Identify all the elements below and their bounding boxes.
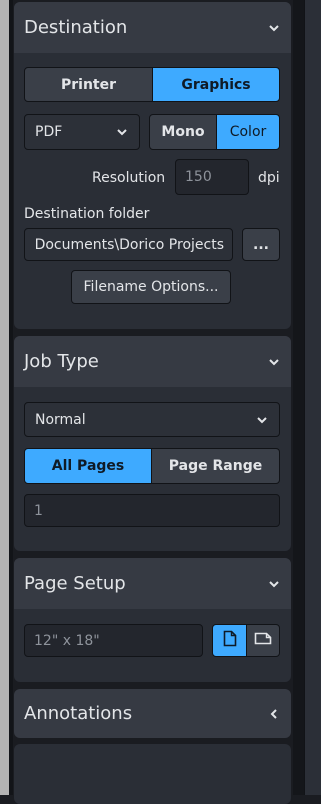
destination-folder-input[interactable]: Documents\Dorico Projects	[24, 228, 233, 261]
browse-button[interactable]: ...	[242, 228, 280, 261]
job-type-select[interactable]: Normal	[24, 402, 280, 437]
job-type-panel: Job Type Normal All Pages Page Range 1	[14, 336, 291, 551]
portrait-page-icon	[223, 630, 237, 651]
format-select[interactable]: PDF	[24, 114, 140, 150]
page-size-input[interactable]: 12" x 18"	[24, 624, 203, 657]
job-type-title: Job Type	[24, 351, 99, 372]
resolution-label: Resolution	[92, 170, 166, 186]
destination-title: Destination	[24, 17, 128, 38]
landscape-page-icon	[254, 632, 272, 649]
landscape-button[interactable]	[246, 624, 280, 657]
format-value: PDF	[35, 124, 63, 140]
destination-folder-label: Destination folder	[24, 206, 150, 222]
right-scrollbar[interactable]	[304, 0, 321, 795]
right-gap	[293, 0, 304, 795]
resolution-input[interactable]: 150	[175, 159, 249, 195]
chevron-down-icon[interactable]	[267, 355, 281, 369]
annotations-header[interactable]: Annotations	[14, 689, 291, 738]
left-edge-strip	[0, 0, 9, 795]
page-setup-title: Page Setup	[24, 573, 126, 594]
portrait-button[interactable]	[212, 624, 247, 657]
chevron-down-icon[interactable]	[267, 577, 281, 591]
page-setup-panel: Page Setup 12" x 18"	[14, 558, 291, 682]
destination-folder-value: Documents\Dorico Projects	[34, 236, 224, 253]
printer-button[interactable]: Printer	[24, 67, 153, 102]
graphics-button[interactable]: Graphics	[152, 67, 280, 102]
job-type-header[interactable]: Job Type	[14, 336, 291, 387]
all-pages-button[interactable]: All Pages	[24, 448, 152, 484]
mono-button[interactable]: Mono	[149, 114, 217, 150]
annotations-panel: Annotations	[14, 689, 291, 738]
chevron-down-icon	[115, 125, 129, 139]
filename-options-button[interactable]: Filename Options...	[71, 270, 231, 304]
page-range-input[interactable]: 1	[24, 494, 280, 527]
resolution-unit: dpi	[258, 170, 280, 186]
page-range-button[interactable]: Page Range	[151, 448, 280, 484]
empty-panel-area	[14, 744, 291, 804]
chevron-left-icon[interactable]	[267, 707, 281, 721]
destination-panel: Destination Printer Graphics PDF Mono Co…	[14, 2, 291, 329]
destination-header[interactable]: Destination	[14, 2, 291, 53]
job-type-value: Normal	[35, 411, 86, 428]
page-setup-header[interactable]: Page Setup	[14, 558, 291, 609]
color-button[interactable]: Color	[216, 114, 280, 150]
annotations-title: Annotations	[24, 703, 133, 724]
left-edge-divider	[9, 0, 13, 795]
chevron-down-icon[interactable]	[267, 21, 281, 35]
chevron-down-icon	[255, 413, 269, 427]
